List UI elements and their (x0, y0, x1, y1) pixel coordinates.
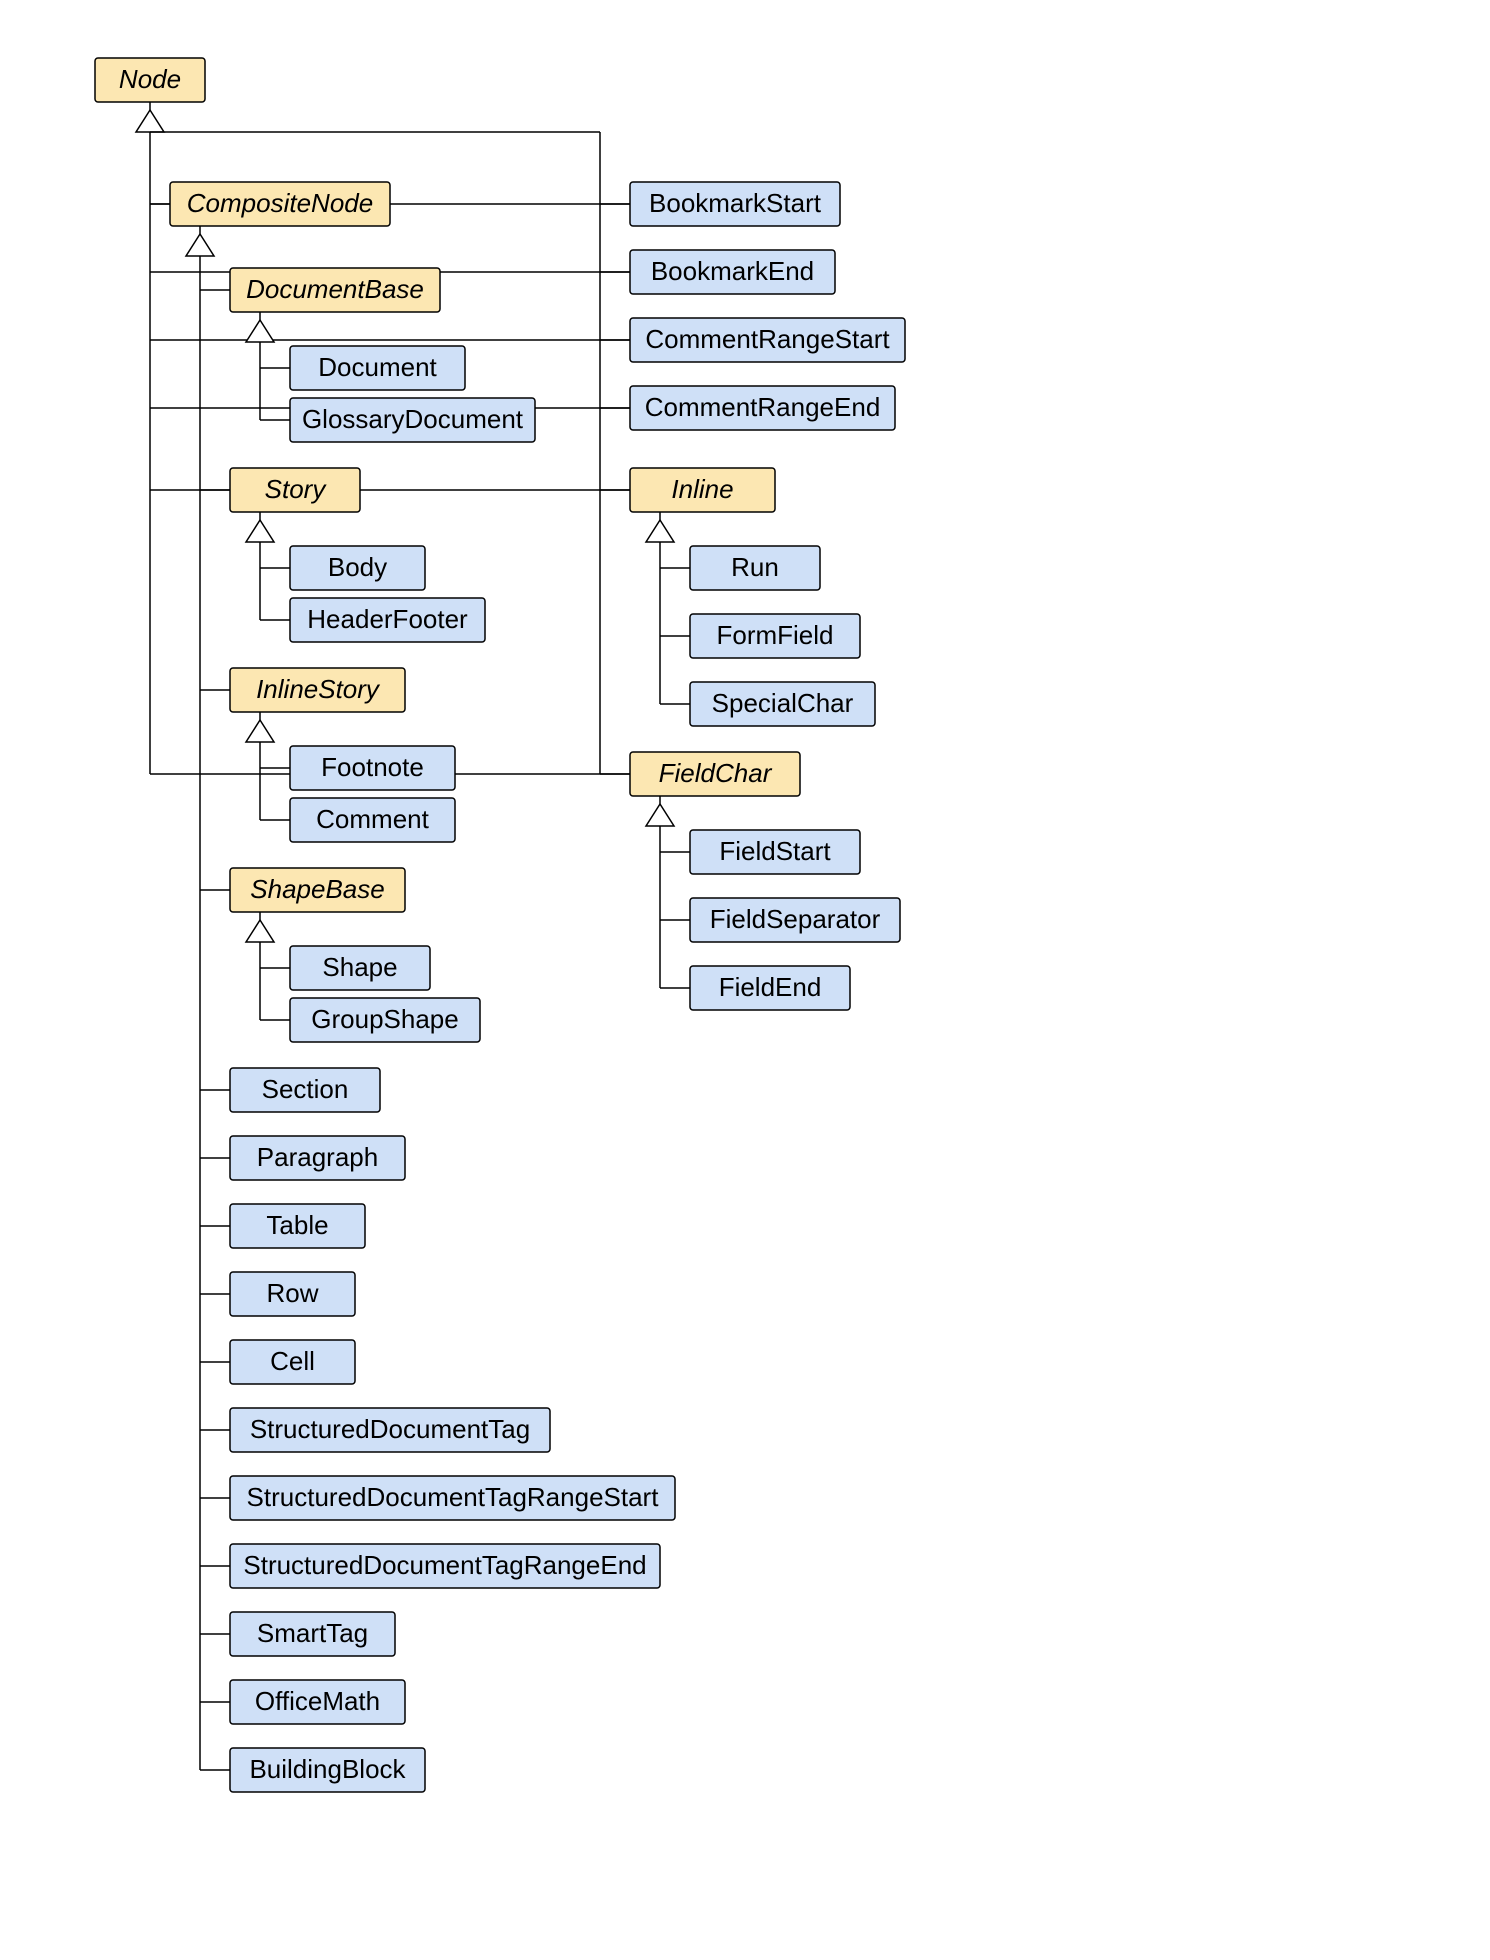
inheritance-arrowhead (646, 804, 674, 826)
class-label: FieldEnd (719, 972, 822, 1002)
class-node-field-start: FieldStart (690, 830, 860, 874)
class-node-run: Run (690, 546, 820, 590)
class-node-comment-range-start: CommentRangeStart (630, 318, 905, 362)
class-node-header-footer: HeaderFooter (290, 598, 485, 642)
class-node-paragraph: Paragraph (230, 1136, 405, 1180)
class-node-field-end: FieldEnd (690, 966, 850, 1010)
class-label: BuildingBlock (249, 1754, 406, 1784)
inheritance-arrowhead (246, 320, 274, 342)
class-node-cell: Cell (230, 1340, 355, 1384)
class-node-smart-tag: SmartTag (230, 1612, 395, 1656)
class-node-field-separator: FieldSeparator (690, 898, 900, 942)
class-node-footnote: Footnote (290, 746, 455, 790)
class-label: Inline (671, 474, 733, 504)
class-label: DocumentBase (246, 274, 424, 304)
class-node-form-field: FormField (690, 614, 860, 658)
class-label: CommentRangeEnd (645, 392, 881, 422)
class-label: HeaderFooter (307, 604, 468, 634)
class-label: FieldStart (719, 836, 831, 866)
class-label: Body (328, 552, 387, 582)
class-node-comment: Comment (290, 798, 455, 842)
class-label: StructuredDocumentTagRangeEnd (243, 1550, 646, 1580)
class-label: SpecialChar (712, 688, 854, 718)
class-label: Run (731, 552, 779, 582)
class-node-story: Story (230, 468, 360, 512)
class-label: Footnote (321, 752, 424, 782)
class-node-table: Table (230, 1204, 365, 1248)
class-label: Table (266, 1210, 328, 1240)
class-label: SmartTag (257, 1618, 368, 1648)
class-label: CommentRangeStart (645, 324, 890, 354)
nodes-layer: Node CompositeNode DocumentBase Document Glo… (95, 58, 905, 1792)
class-label: Shape (322, 952, 397, 982)
class-node-special-char: SpecialChar (690, 682, 875, 726)
class-label: CompositeNode (187, 188, 373, 218)
class-label: Document (318, 352, 437, 382)
class-label: FieldChar (659, 758, 773, 788)
class-label: FieldSeparator (710, 904, 881, 934)
class-node-bookmark-start: BookmarkStart (630, 182, 840, 226)
class-label: StructuredDocumentTagRangeStart (247, 1482, 660, 1512)
class-label: GroupShape (311, 1004, 458, 1034)
class-node-group-shape: GroupShape (290, 998, 480, 1042)
class-label: GlossaryDocument (302, 404, 524, 434)
class-node-office-math: OfficeMath (230, 1680, 405, 1724)
class-node-node: Node (95, 58, 205, 102)
class-label: BookmarkStart (649, 188, 822, 218)
class-hierarchy-diagram: Node CompositeNode DocumentBase Document Glo… (0, 0, 1490, 1960)
inheritance-arrowhead (246, 520, 274, 542)
inheritance-arrowhead (246, 720, 274, 742)
class-node-shape: Shape (290, 946, 430, 990)
class-node-building-block: BuildingBlock (230, 1748, 425, 1792)
class-node-field-char: FieldChar (630, 752, 800, 796)
class-node-inline-story: InlineStory (230, 668, 405, 712)
class-node-comment-range-end: CommentRangeEnd (630, 386, 895, 430)
class-node-shape-base: ShapeBase (230, 868, 405, 912)
class-label: Row (266, 1278, 318, 1308)
class-node-structured-document-tag-range-start: StructuredDocumentTagRangeStart (230, 1476, 675, 1520)
inheritance-arrowhead (136, 110, 164, 132)
class-node-structured-document-tag: StructuredDocumentTag (230, 1408, 550, 1452)
class-label: BookmarkEnd (651, 256, 814, 286)
class-node-structured-document-tag-range-end: StructuredDocumentTagRangeEnd (230, 1544, 660, 1588)
class-label: OfficeMath (255, 1686, 380, 1716)
class-label: Comment (316, 804, 429, 834)
class-label: ShapeBase (250, 874, 384, 904)
class-node-document: Document (290, 346, 465, 390)
class-node-inline: Inline (630, 468, 775, 512)
class-label: Node (119, 64, 181, 94)
class-label: FormField (716, 620, 833, 650)
class-node-document-base: DocumentBase (230, 268, 440, 312)
inheritance-arrowhead (186, 234, 214, 256)
class-node-bookmark-end: BookmarkEnd (630, 250, 835, 294)
class-label: Paragraph (257, 1142, 378, 1172)
class-node-body: Body (290, 546, 425, 590)
class-label: StructuredDocumentTag (250, 1414, 530, 1444)
class-node-glossary-document: GlossaryDocument (290, 398, 535, 442)
class-node-section: Section (230, 1068, 380, 1112)
class-label: InlineStory (256, 674, 381, 704)
class-node-row: Row (230, 1272, 355, 1316)
inheritance-arrowhead (246, 920, 274, 942)
class-label: Cell (270, 1346, 315, 1376)
class-label: Story (265, 474, 328, 504)
inheritance-arrowhead (646, 520, 674, 542)
class-label: Section (262, 1074, 349, 1104)
class-node-composite-node: CompositeNode (170, 182, 390, 226)
